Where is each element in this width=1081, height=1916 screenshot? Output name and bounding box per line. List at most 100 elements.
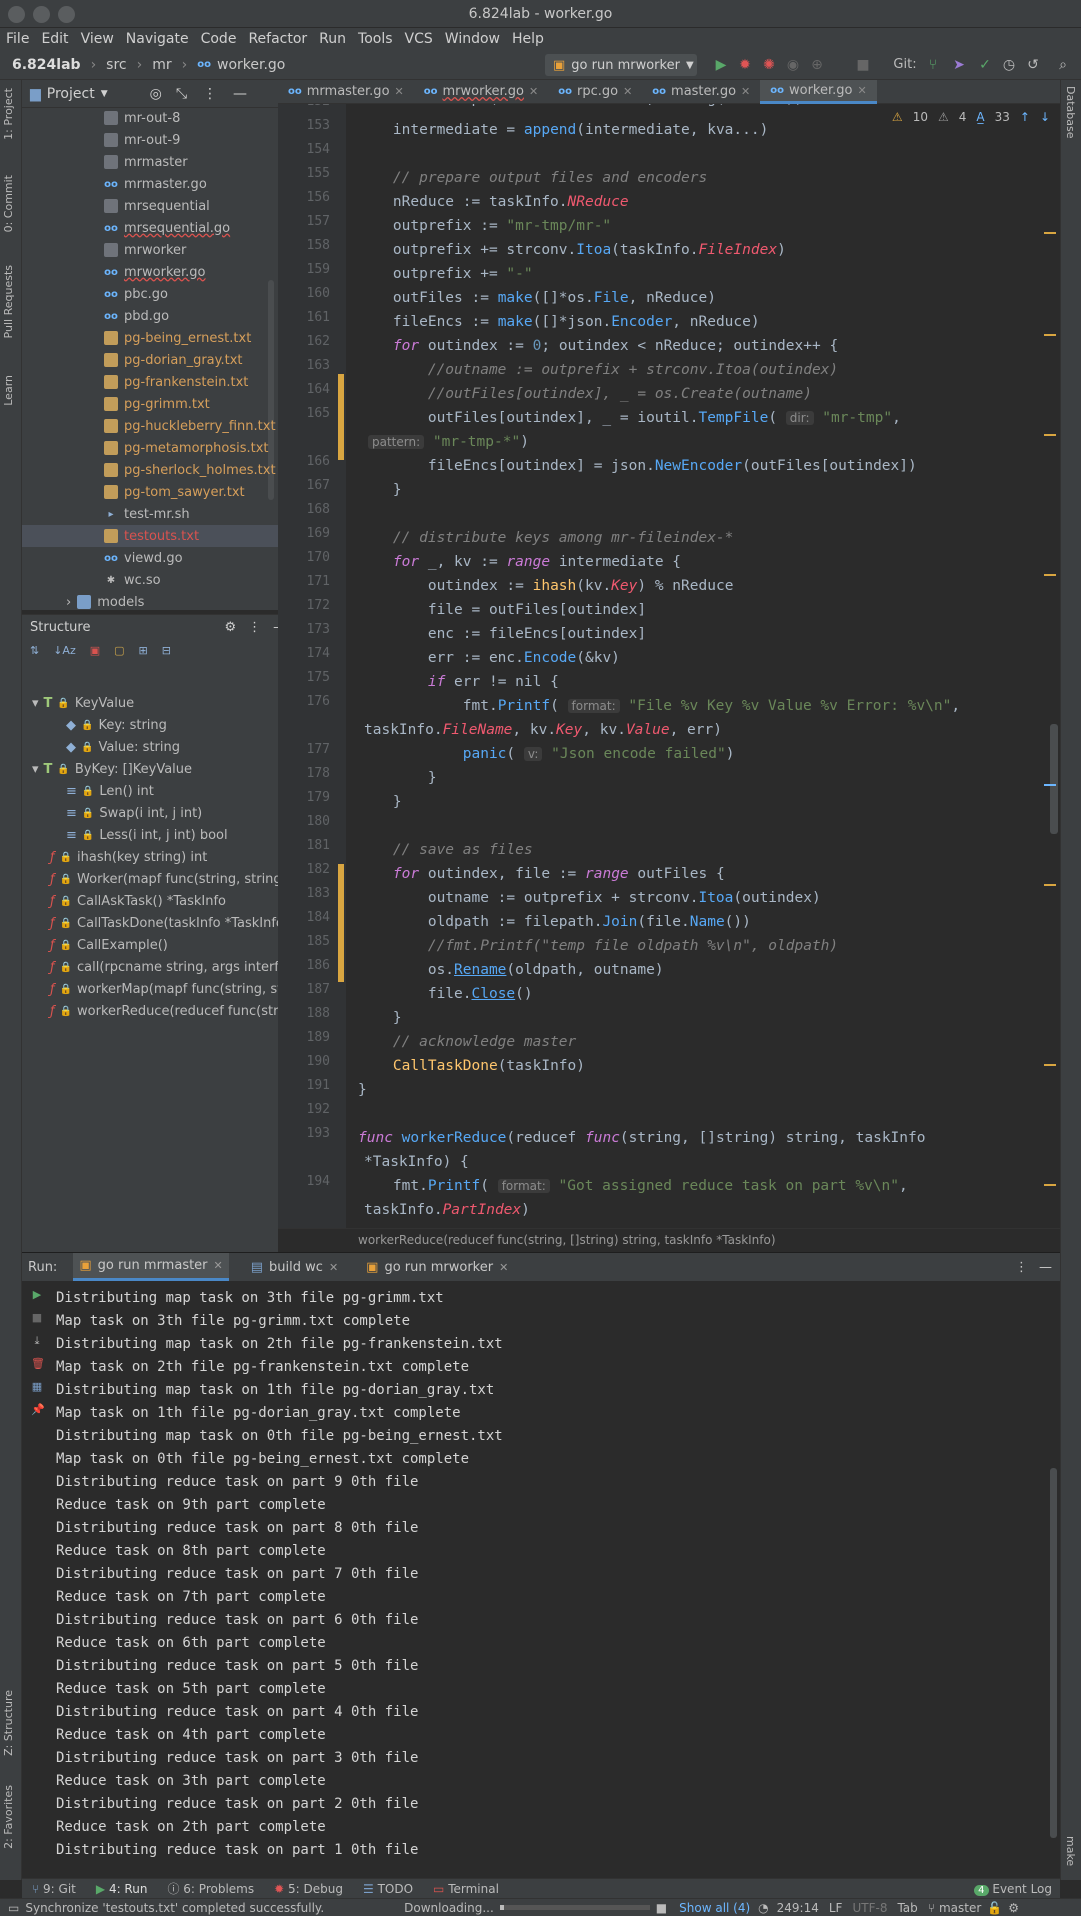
project-tool-tab[interactable]: 1: Project xyxy=(2,88,15,140)
line-number[interactable]: 152 xyxy=(278,104,330,109)
line-number[interactable]: 166 xyxy=(278,454,330,469)
menu-window[interactable]: Window xyxy=(445,31,500,47)
project-tree-item[interactable]: oo pbd.go xyxy=(104,305,169,327)
line-number[interactable]: 171 xyxy=(278,574,330,589)
stop-icon[interactable]: ■ xyxy=(31,1312,43,1324)
chevron-down-icon[interactable]: ▾ xyxy=(32,696,39,711)
hide-icon[interactable]: — xyxy=(1039,1260,1052,1275)
favorites-tool-tab[interactable]: 2: Favorites xyxy=(2,1785,15,1849)
project-tree-item[interactable]: pg-grimm.txt xyxy=(104,393,210,415)
menu-file[interactable]: File xyxy=(6,31,29,47)
tab-mrworker[interactable]: oo mrworker.go ✕ xyxy=(414,80,548,104)
arrow-up-icon[interactable]: ↑ xyxy=(1020,110,1030,124)
line-number[interactable]: 177 xyxy=(278,742,330,757)
line-number[interactable]: 180 xyxy=(278,814,330,829)
run-icon[interactable]: ▶ xyxy=(712,56,730,74)
expand-all-icon[interactable]: ⊞ xyxy=(139,644,148,657)
tab-mrmaster[interactable]: oo mrmaster.go ✕ xyxy=(278,80,414,104)
line-number[interactable]: 192 xyxy=(278,1102,330,1117)
line-number[interactable]: 174 xyxy=(278,646,330,661)
crumb-mr[interactable]: mr xyxy=(152,57,171,73)
menu-help[interactable]: Help xyxy=(512,31,544,47)
project-tree-item[interactable]: mrworker xyxy=(104,239,186,261)
structure-item[interactable]: ≡ 🔒 Less(i int, j int) bool xyxy=(66,824,228,846)
line-number[interactable]: 194 xyxy=(278,1174,330,1189)
status-message[interactable]: Synchronize 'testouts.txt' completed suc… xyxy=(25,1901,324,1915)
tab-master[interactable]: oo master.go ✕ xyxy=(642,80,760,104)
structure-item[interactable]: ▾ T 🔒 KeyValue xyxy=(32,692,134,714)
scroll-to-end-icon[interactable]: ⤓ xyxy=(31,1335,43,1347)
stop-icon[interactable]: ■ xyxy=(854,56,872,74)
caret-position[interactable]: 249:14 xyxy=(777,1901,819,1915)
project-tree-item[interactable]: pg-being_ernest.txt xyxy=(104,327,251,349)
run-tab-mrmaster[interactable]: ▣ go run mrmaster ✕ xyxy=(73,1253,229,1281)
line-number[interactable]: 160 xyxy=(278,286,330,301)
line-number[interactable]: 183 xyxy=(278,886,330,901)
commit-tool-tab[interactable]: 0: Commit xyxy=(2,175,15,232)
structure-item[interactable]: ƒ 🔒 CallTaskDone(taskInfo *TaskInfo xyxy=(50,912,284,934)
line-number[interactable]: 176 xyxy=(278,694,330,709)
project-tree-item[interactable]: testouts.txt xyxy=(104,525,199,547)
structure-item[interactable]: ƒ 🔒 call(rpcname string, args interfac xyxy=(50,956,294,978)
line-number[interactable]: 169 xyxy=(278,526,330,541)
structure-item[interactable]: ƒ 🔒 workerMap(mapf func(string, str xyxy=(50,978,288,1000)
pin-icon[interactable]: 📌 xyxy=(31,1404,45,1416)
tool-debug[interactable]: ✹ 5: Debug xyxy=(274,1882,343,1896)
database-tool-tab[interactable]: Database xyxy=(1064,86,1077,139)
close-icon[interactable]: ✕ xyxy=(214,1259,223,1272)
structure-item[interactable]: ƒ 🔒 workerReduce(reducef func(strin xyxy=(50,1000,290,1022)
line-number[interactable]: 190 xyxy=(278,1054,330,1069)
line-number[interactable]: 191 xyxy=(278,1078,330,1093)
line-number[interactable]: 165 xyxy=(278,406,330,421)
line-separator[interactable]: LF xyxy=(829,1901,843,1915)
search-icon[interactable]: ⌕ xyxy=(1054,56,1072,74)
line-number[interactable]: 184 xyxy=(278,910,330,925)
file-encoding[interactable]: UTF-8 xyxy=(852,1901,887,1915)
coverage-icon[interactable]: ✺ xyxy=(760,56,778,74)
git-push-icon[interactable]: ➤ xyxy=(950,56,968,74)
crumb-src[interactable]: src xyxy=(106,57,126,73)
close-icon[interactable]: ✕ xyxy=(395,85,404,98)
structure-item[interactable]: ƒ 🔒 Worker(mapf func(string, string) xyxy=(50,868,287,890)
project-tree-item[interactable]: oo pbc.go xyxy=(104,283,168,305)
editor-breadcrumb[interactable]: workerReduce(reducef func(string, []stri… xyxy=(358,1233,776,1247)
project-tree-item[interactable]: pg-metamorphosis.txt xyxy=(104,437,269,459)
crumb-project[interactable]: 6.824lab xyxy=(12,57,81,73)
chevron-down-icon[interactable]: ▼ xyxy=(101,89,108,99)
close-icon[interactable]: ✕ xyxy=(329,1261,338,1274)
line-number[interactable]: 170 xyxy=(278,550,330,565)
structure-item[interactable]: ◆ 🔒 Key: string xyxy=(66,714,167,736)
attach-icon[interactable]: ⊕ xyxy=(808,56,826,74)
tool-git[interactable]: ⑂ 9: Git xyxy=(32,1882,76,1896)
editor-scrollbar[interactable] xyxy=(1050,724,1058,834)
tool-run[interactable]: ▶ 4: Run xyxy=(96,1882,148,1896)
close-icon[interactable]: ✕ xyxy=(529,85,538,98)
line-number[interactable]: 157 xyxy=(278,214,330,229)
structure-item[interactable]: ▾ T 🔒 ByKey: []KeyValue xyxy=(32,758,192,780)
line-number[interactable]: 188 xyxy=(278,1006,330,1021)
project-tree-item[interactable]: pg-huckleberry_finn.txt xyxy=(104,415,276,437)
close-icon[interactable]: ✕ xyxy=(623,85,632,98)
settings-icon[interactable]: ⚙ xyxy=(224,620,236,635)
settings-icon[interactable]: ⚙ xyxy=(1008,1901,1019,1915)
show-fields-icon[interactable]: ▢ xyxy=(114,644,124,657)
project-tree-item[interactable]: oo mrworker.go xyxy=(104,261,205,283)
git-branch[interactable]: master xyxy=(939,1901,981,1915)
project-tree-item[interactable]: pg-tom_sawyer.txt xyxy=(104,481,245,503)
menu-edit[interactable]: Edit xyxy=(41,31,68,47)
line-number[interactable]: 163 xyxy=(278,358,330,373)
menu-code[interactable]: Code xyxy=(201,31,237,47)
close-icon[interactable]: ✕ xyxy=(857,84,866,97)
run-tab-build-wc[interactable]: ▤ build wc ✕ xyxy=(245,1253,344,1281)
memory-icon[interactable]: ◔ xyxy=(758,1901,768,1915)
tool-problems[interactable]: ⓘ 6: Problems xyxy=(167,1880,254,1897)
menu-navigate[interactable]: Navigate xyxy=(126,31,189,47)
menu-run[interactable]: Run xyxy=(319,31,346,47)
debug-icon[interactable]: ✹ xyxy=(736,56,754,74)
line-number-gutter[interactable]: 152 153 154 155 156 157 158 159 160 161 162 163 164 1… xyxy=(278,104,346,1234)
show-non-public-icon[interactable]: ▣ xyxy=(90,644,100,657)
project-tree-item[interactable]: pg-frankenstein.txt xyxy=(104,371,248,393)
structure-item[interactable]: ≡ 🔒 Swap(i int, j int) xyxy=(66,802,202,824)
project-tree-item[interactable]: pg-dorian_gray.txt xyxy=(104,349,243,371)
line-number[interactable]: 179 xyxy=(278,790,330,805)
